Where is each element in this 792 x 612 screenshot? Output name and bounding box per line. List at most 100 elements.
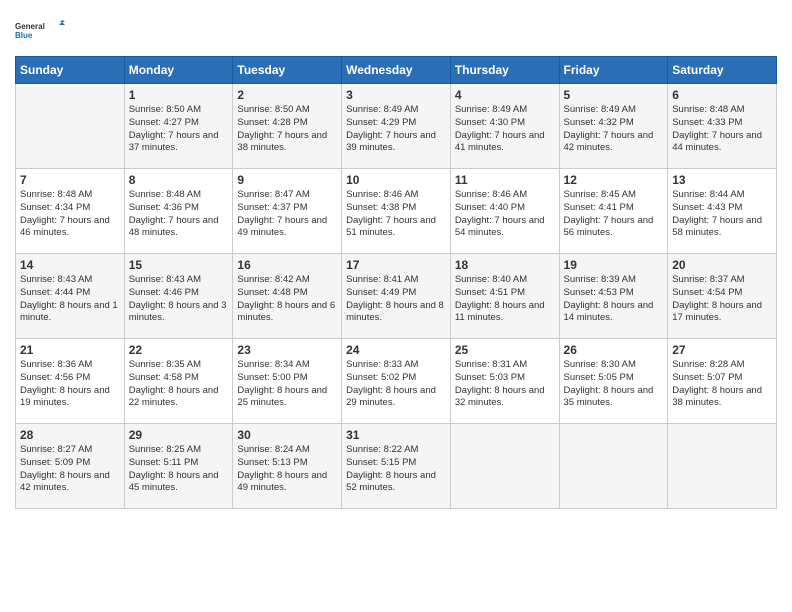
day-number: 28 — [20, 428, 120, 442]
cell-sun-info: Sunrise: 8:43 AMSunset: 4:44 PMDaylight:… — [20, 274, 120, 325]
cell-sun-info: Sunrise: 8:45 AMSunset: 4:41 PMDaylight:… — [564, 189, 664, 240]
cell-sun-info: Sunrise: 8:48 AMSunset: 4:34 PMDaylight:… — [20, 189, 120, 240]
cell-sun-info: Sunrise: 8:48 AMSunset: 4:33 PMDaylight:… — [672, 104, 772, 155]
cell-sun-info: Sunrise: 8:24 AMSunset: 5:13 PMDaylight:… — [237, 444, 337, 495]
calendar-cell: 27 Sunrise: 8:28 AMSunset: 5:07 PMDayligh… — [668, 339, 777, 424]
day-number: 26 — [564, 343, 664, 357]
day-number: 9 — [237, 173, 337, 187]
day-number: 31 — [346, 428, 446, 442]
calendar-cell: 24 Sunrise: 8:33 AMSunset: 5:02 PMDayligh… — [342, 339, 451, 424]
calendar-cell: 11 Sunrise: 8:46 AMSunset: 4:40 PMDayligh… — [450, 169, 559, 254]
day-number: 24 — [346, 343, 446, 357]
calendar-cell: 9 Sunrise: 8:47 AMSunset: 4:37 PMDaylight… — [233, 169, 342, 254]
header-row: SundayMondayTuesdayWednesdayThursdayFrid… — [16, 57, 777, 84]
cell-sun-info: Sunrise: 8:34 AMSunset: 5:00 PMDaylight:… — [237, 359, 337, 410]
cell-sun-info: Sunrise: 8:28 AMSunset: 5:07 PMDaylight:… — [672, 359, 772, 410]
cell-sun-info: Sunrise: 8:49 AMSunset: 4:29 PMDaylight:… — [346, 104, 446, 155]
day-number: 27 — [672, 343, 772, 357]
calendar-cell: 8 Sunrise: 8:48 AMSunset: 4:36 PMDaylight… — [124, 169, 233, 254]
calendar-cell: 17 Sunrise: 8:41 AMSunset: 4:49 PMDayligh… — [342, 254, 451, 339]
calendar-cell — [16, 84, 125, 169]
day-number: 14 — [20, 258, 120, 272]
calendar-cell: 31 Sunrise: 8:22 AMSunset: 5:15 PMDayligh… — [342, 424, 451, 509]
calendar-table: SundayMondayTuesdayWednesdayThursdayFrid… — [15, 56, 777, 509]
header-monday: Monday — [124, 57, 233, 84]
calendar-cell: 21 Sunrise: 8:36 AMSunset: 4:56 PMDayligh… — [16, 339, 125, 424]
calendar-cell: 28 Sunrise: 8:27 AMSunset: 5:09 PMDayligh… — [16, 424, 125, 509]
calendar-cell: 13Sunrise: 8:44 AMSunset: 4:43 PMDayligh… — [668, 169, 777, 254]
header-sunday: Sunday — [16, 57, 125, 84]
cell-sun-info: Sunrise: 8:49 AMSunset: 4:30 PMDaylight:… — [455, 104, 555, 155]
day-number: 17 — [346, 258, 446, 272]
cell-sun-info: Sunrise: 8:48 AMSunset: 4:36 PMDaylight:… — [129, 189, 229, 240]
calendar-cell: 20 Sunrise: 8:37 AMSunset: 4:54 PMDayligh… — [668, 254, 777, 339]
day-number: 10 — [346, 173, 446, 187]
calendar-cell: 6 Sunrise: 8:48 AMSunset: 4:33 PMDaylight… — [668, 84, 777, 169]
cell-sun-info: Sunrise: 8:25 AMSunset: 5:11 PMDaylight:… — [129, 444, 229, 495]
svg-text:General: General — [15, 22, 45, 31]
calendar-cell — [668, 424, 777, 509]
cell-sun-info: Sunrise: 8:39 AMSunset: 4:53 PMDaylight:… — [564, 274, 664, 325]
calendar-cell: 29 Sunrise: 8:25 AMSunset: 5:11 PMDayligh… — [124, 424, 233, 509]
header-wednesday: Wednesday — [342, 57, 451, 84]
calendar-cell: 12 Sunrise: 8:45 AMSunset: 4:41 PMDayligh… — [559, 169, 668, 254]
day-number: 15 — [129, 258, 229, 272]
cell-sun-info: Sunrise: 8:22 AMSunset: 5:15 PMDaylight:… — [346, 444, 446, 495]
day-number: 19 — [564, 258, 664, 272]
week-row-4: 21 Sunrise: 8:36 AMSunset: 4:56 PMDayligh… — [16, 339, 777, 424]
day-number: 6 — [672, 88, 772, 102]
day-number: 21 — [20, 343, 120, 357]
calendar-cell — [559, 424, 668, 509]
cell-sun-info: Sunrise: 8:36 AMSunset: 4:56 PMDaylight:… — [20, 359, 120, 410]
header-tuesday: Tuesday — [233, 57, 342, 84]
cell-sun-info: Sunrise: 8:35 AMSunset: 4:58 PMDaylight:… — [129, 359, 229, 410]
day-number: 7 — [20, 173, 120, 187]
week-row-5: 28 Sunrise: 8:27 AMSunset: 5:09 PMDayligh… — [16, 424, 777, 509]
calendar-cell: 5 Sunrise: 8:49 AMSunset: 4:32 PMDaylight… — [559, 84, 668, 169]
cell-sun-info: Sunrise: 8:30 AMSunset: 5:05 PMDaylight:… — [564, 359, 664, 410]
logo: General Blue — [15, 10, 65, 50]
day-number: 12 — [564, 173, 664, 187]
svg-text:Blue: Blue — [15, 31, 33, 40]
cell-sun-info: Sunrise: 8:41 AMSunset: 4:49 PMDaylight:… — [346, 274, 446, 325]
cell-sun-info: Sunrise: 8:37 AMSunset: 4:54 PMDaylight:… — [672, 274, 772, 325]
calendar-cell: 18Sunrise: 8:40 AMSunset: 4:51 PMDayligh… — [450, 254, 559, 339]
day-number: 1 — [129, 88, 229, 102]
calendar-cell: 7 Sunrise: 8:48 AMSunset: 4:34 PMDaylight… — [16, 169, 125, 254]
calendar-cell: 15 Sunrise: 8:43 AMSunset: 4:46 PMDayligh… — [124, 254, 233, 339]
cell-sun-info: Sunrise: 8:50 AMSunset: 4:28 PMDaylight:… — [237, 104, 337, 155]
day-number: 23 — [237, 343, 337, 357]
day-number: 5 — [564, 88, 664, 102]
calendar-cell: 3 Sunrise: 8:49 AMSunset: 4:29 PMDaylight… — [342, 84, 451, 169]
header-thursday: Thursday — [450, 57, 559, 84]
calendar-cell: 4Sunrise: 8:49 AMSunset: 4:30 PMDaylight… — [450, 84, 559, 169]
cell-sun-info: Sunrise: 8:46 AMSunset: 4:40 PMDaylight:… — [455, 189, 555, 240]
day-number: 20 — [672, 258, 772, 272]
day-number: 30 — [237, 428, 337, 442]
calendar-cell: 2 Sunrise: 8:50 AMSunset: 4:28 PMDaylight… — [233, 84, 342, 169]
cell-sun-info: Sunrise: 8:44 AMSunset: 4:43 PMDaylight:… — [672, 189, 772, 240]
day-number: 3 — [346, 88, 446, 102]
calendar-cell: 16Sunrise: 8:42 AMSunset: 4:48 PMDayligh… — [233, 254, 342, 339]
day-number: 25 — [455, 343, 555, 357]
week-row-2: 7 Sunrise: 8:48 AMSunset: 4:34 PMDaylight… — [16, 169, 777, 254]
day-number: 11 — [455, 173, 555, 187]
week-row-3: 14 Sunrise: 8:43 AMSunset: 4:44 PMDayligh… — [16, 254, 777, 339]
calendar-cell: 25 Sunrise: 8:31 AMSunset: 5:03 PMDayligh… — [450, 339, 559, 424]
cell-sun-info: Sunrise: 8:49 AMSunset: 4:32 PMDaylight:… — [564, 104, 664, 155]
week-row-1: 1Sunrise: 8:50 AMSunset: 4:27 PMDaylight… — [16, 84, 777, 169]
cell-sun-info: Sunrise: 8:43 AMSunset: 4:46 PMDaylight:… — [129, 274, 229, 325]
header-friday: Friday — [559, 57, 668, 84]
cell-sun-info: Sunrise: 8:47 AMSunset: 4:37 PMDaylight:… — [237, 189, 337, 240]
cell-sun-info: Sunrise: 8:31 AMSunset: 5:03 PMDaylight:… — [455, 359, 555, 410]
calendar-cell: 14 Sunrise: 8:43 AMSunset: 4:44 PMDayligh… — [16, 254, 125, 339]
calendar-cell: 22Sunrise: 8:35 AMSunset: 4:58 PMDayligh… — [124, 339, 233, 424]
calendar-cell: 23 Sunrise: 8:34 AMSunset: 5:00 PMDayligh… — [233, 339, 342, 424]
cell-sun-info: Sunrise: 8:33 AMSunset: 5:02 PMDaylight:… — [346, 359, 446, 410]
day-number: 8 — [129, 173, 229, 187]
cell-sun-info: Sunrise: 8:40 AMSunset: 4:51 PMDaylight:… — [455, 274, 555, 325]
day-number: 2 — [237, 88, 337, 102]
calendar-cell — [450, 424, 559, 509]
cell-sun-info: Sunrise: 8:27 AMSunset: 5:09 PMDaylight:… — [20, 444, 120, 495]
day-number: 29 — [129, 428, 229, 442]
